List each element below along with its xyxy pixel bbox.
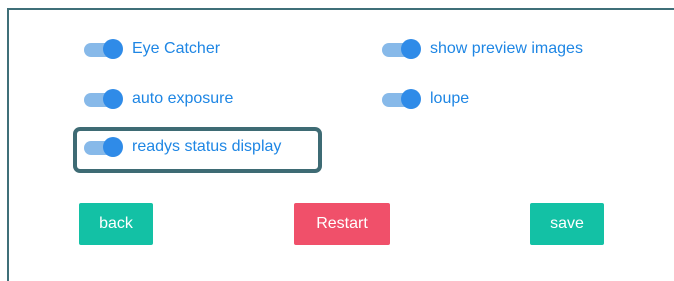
readys-status-display-label: readys status display [132,138,282,155]
toggle-knob [103,89,123,109]
setting-auto-exposure: auto exposure [84,86,233,112]
auto-exposure-label: auto exposure [132,90,234,107]
toggle-knob [401,89,421,109]
readys-status-display-toggle[interactable] [84,136,124,158]
setting-loupe: loupe [382,86,469,112]
eye-catcher-label: Eye Catcher [132,40,221,57]
auto-exposure-toggle[interactable] [84,88,124,110]
loupe-toggle[interactable] [382,88,422,110]
show-preview-images-label: show preview images [430,40,583,57]
panel-frame-left [7,8,9,281]
setting-show-preview-images: show preview images [382,36,583,62]
panel-frame-top [7,8,674,10]
toggle-knob [103,137,123,157]
save-button[interactable]: save [530,203,604,245]
back-button[interactable]: back [79,203,153,245]
eye-catcher-toggle[interactable] [84,38,124,60]
restart-button[interactable]: Restart [294,203,390,245]
loupe-label: loupe [430,90,470,107]
toggle-knob [401,39,421,59]
setting-eye-catcher: Eye Catcher [84,36,220,62]
toggle-knob [103,39,123,59]
show-preview-images-toggle[interactable] [382,38,422,60]
setting-readys-status-display: readys status display [84,134,281,160]
